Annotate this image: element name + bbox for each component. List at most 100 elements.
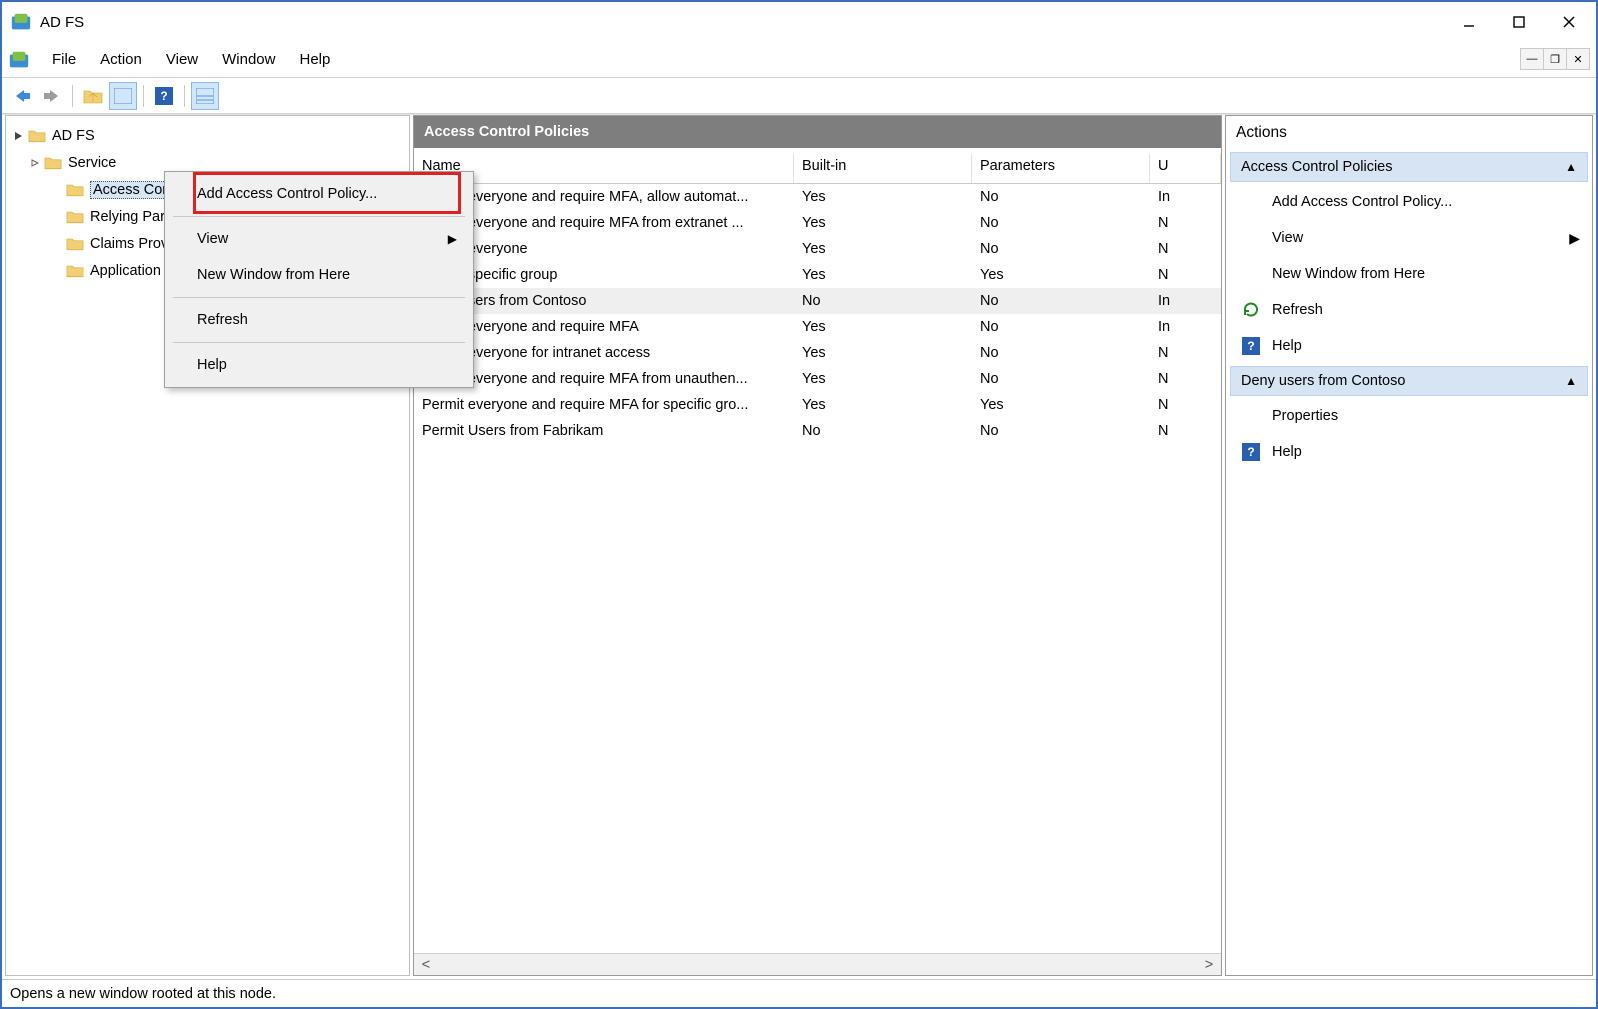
menu-window[interactable]: Window xyxy=(210,47,287,72)
window-close-button[interactable] xyxy=(1544,4,1594,40)
window-maximize-button[interactable] xyxy=(1494,4,1544,40)
table-row[interactable]: Permit everyoneYesNoN xyxy=(414,236,1221,262)
action-item[interactable]: Properties xyxy=(1226,398,1592,434)
column-header-usage[interactable]: U xyxy=(1150,154,1221,183)
expander-icon[interactable] xyxy=(12,129,26,143)
cell-name: Permit Users from Fabrikam xyxy=(414,423,794,439)
action-label: Refresh xyxy=(1272,302,1323,318)
context-menu-label: New Window from Here xyxy=(197,267,350,283)
actions-pane: Actions Access Control Policies▲Add Acce… xyxy=(1225,115,1593,976)
scroll-right-icon[interactable]: > xyxy=(1199,957,1219,973)
console-tree-pane: AD FS ServiceAccess Control PoliciesRely… xyxy=(5,115,410,976)
svg-text:?: ? xyxy=(1247,339,1254,353)
grid-header-row: Name Built-in Parameters U xyxy=(414,154,1221,184)
table-row[interactable]: Permit everyone and require MFA, allow a… xyxy=(414,184,1221,210)
help-button[interactable]: ? xyxy=(150,82,178,110)
nav-back-button[interactable] xyxy=(8,82,36,110)
mdi-minimize-button[interactable]: — xyxy=(1520,48,1544,70)
context-menu-item[interactable]: Refresh xyxy=(167,302,471,338)
action-item[interactable]: ? Help xyxy=(1226,434,1592,470)
action-item[interactable]: ? Help xyxy=(1226,328,1592,364)
refresh-icon xyxy=(1242,301,1260,319)
cell-builtin: Yes xyxy=(794,397,972,413)
context-menu-label: Refresh xyxy=(197,312,248,328)
cell-builtin: Yes xyxy=(794,319,972,335)
scroll-left-icon[interactable]: < xyxy=(416,957,436,973)
action-label: Help xyxy=(1272,444,1302,460)
cell-builtin: Yes xyxy=(794,345,972,361)
table-row[interactable]: Permit everyone for intranet accessYesNo… xyxy=(414,340,1221,366)
context-menu-separator xyxy=(173,216,465,217)
tree-root[interactable]: AD FS xyxy=(6,122,409,149)
folder-icon xyxy=(28,128,46,143)
mdi-close-button[interactable]: ✕ xyxy=(1566,48,1590,70)
app-icon xyxy=(10,11,32,33)
table-row[interactable]: Permit Users from FabrikamNoNoN xyxy=(414,418,1221,444)
table-row[interactable]: Permit everyone and require MFA for spec… xyxy=(414,392,1221,418)
actions-group-header[interactable]: Access Control Policies ▲ xyxy=(1230,152,1588,182)
cell-builtin: Yes xyxy=(794,371,972,387)
column-header-parameters[interactable]: Parameters xyxy=(972,154,1150,183)
expander-icon[interactable] xyxy=(28,156,42,170)
context-menu-item[interactable]: Add Access Control Policy... xyxy=(167,176,471,212)
action-item[interactable]: Refresh xyxy=(1226,292,1592,328)
tree-label: Service xyxy=(68,155,116,171)
folder-icon xyxy=(66,209,84,224)
context-menu-label: View xyxy=(197,231,228,247)
up-button[interactable] xyxy=(79,82,107,110)
toolbar-separator xyxy=(72,85,73,107)
context-menu-item[interactable]: Help xyxy=(167,347,471,383)
collapse-icon: ▲ xyxy=(1565,160,1577,174)
cell-parameters: No xyxy=(972,189,1150,205)
context-menu-item[interactable]: New Window from Here xyxy=(167,257,471,293)
context-menu-item[interactable]: View▶ xyxy=(167,221,471,257)
folder-icon xyxy=(66,236,84,251)
action-item[interactable]: Add Access Control Policy... xyxy=(1226,184,1592,220)
menu-action[interactable]: Action xyxy=(88,47,154,72)
actions-group-header[interactable]: Deny users from Contoso▲ xyxy=(1230,366,1588,396)
cell-usage: In xyxy=(1150,189,1221,205)
cell-builtin: Yes xyxy=(794,189,972,205)
mdi-restore-button[interactable]: ❐ xyxy=(1543,48,1567,70)
cell-parameters: Yes xyxy=(972,267,1150,283)
table-row[interactable]: Permit everyone and require MFAYesNoIn xyxy=(414,314,1221,340)
action-item[interactable]: New Window from Here xyxy=(1226,256,1592,292)
detail-view-button[interactable] xyxy=(191,82,219,110)
table-row[interactable]: Permit everyone and require MFA from una… xyxy=(414,366,1221,392)
folder-icon xyxy=(44,155,62,170)
actions-group-title: Access Control Policies xyxy=(1241,159,1393,175)
cell-usage: N xyxy=(1150,267,1221,283)
table-row[interactable]: Deny users from ContosoNoNoIn xyxy=(414,288,1221,314)
window-title: AD FS xyxy=(40,14,1444,31)
help-icon: ? xyxy=(1242,443,1260,461)
window-minimize-button[interactable] xyxy=(1444,4,1494,40)
tree-label: AD FS xyxy=(52,128,95,144)
context-menu-label: Add Access Control Policy... xyxy=(197,186,377,202)
cell-builtin: No xyxy=(794,423,972,439)
action-label: Properties xyxy=(1272,408,1338,424)
folder-icon xyxy=(66,263,84,278)
cell-builtin: Yes xyxy=(794,215,972,231)
actions-group-title: Deny users from Contoso xyxy=(1241,373,1405,389)
context-menu: Add Access Control Policy... View▶ New Win… xyxy=(164,171,474,388)
cell-parameters: No xyxy=(972,241,1150,257)
cell-usage: N xyxy=(1150,397,1221,413)
nav-forward-button[interactable] xyxy=(38,82,66,110)
menu-help[interactable]: Help xyxy=(287,47,342,72)
horizontal-scrollbar[interactable]: < > xyxy=(414,953,1221,975)
grid-body[interactable]: Permit everyone and require MFA, allow a… xyxy=(414,184,1221,953)
cell-parameters: No xyxy=(972,293,1150,309)
mdi-icon xyxy=(8,49,30,71)
menu-file[interactable]: File xyxy=(40,47,88,72)
help-icon: ? xyxy=(1242,337,1260,355)
table-row[interactable]: Permit specific groupYesYesN xyxy=(414,262,1221,288)
menu-view[interactable]: View xyxy=(154,47,210,72)
cell-usage: N xyxy=(1150,345,1221,361)
svg-text:?: ? xyxy=(160,89,167,103)
cell-parameters: No xyxy=(972,345,1150,361)
column-header-builtin[interactable]: Built-in xyxy=(794,154,972,183)
table-row[interactable]: Permit everyone and require MFA from ext… xyxy=(414,210,1221,236)
show-tree-button[interactable] xyxy=(109,82,137,110)
action-item[interactable]: View▶ xyxy=(1226,220,1592,256)
action-label: Help xyxy=(1272,338,1302,354)
